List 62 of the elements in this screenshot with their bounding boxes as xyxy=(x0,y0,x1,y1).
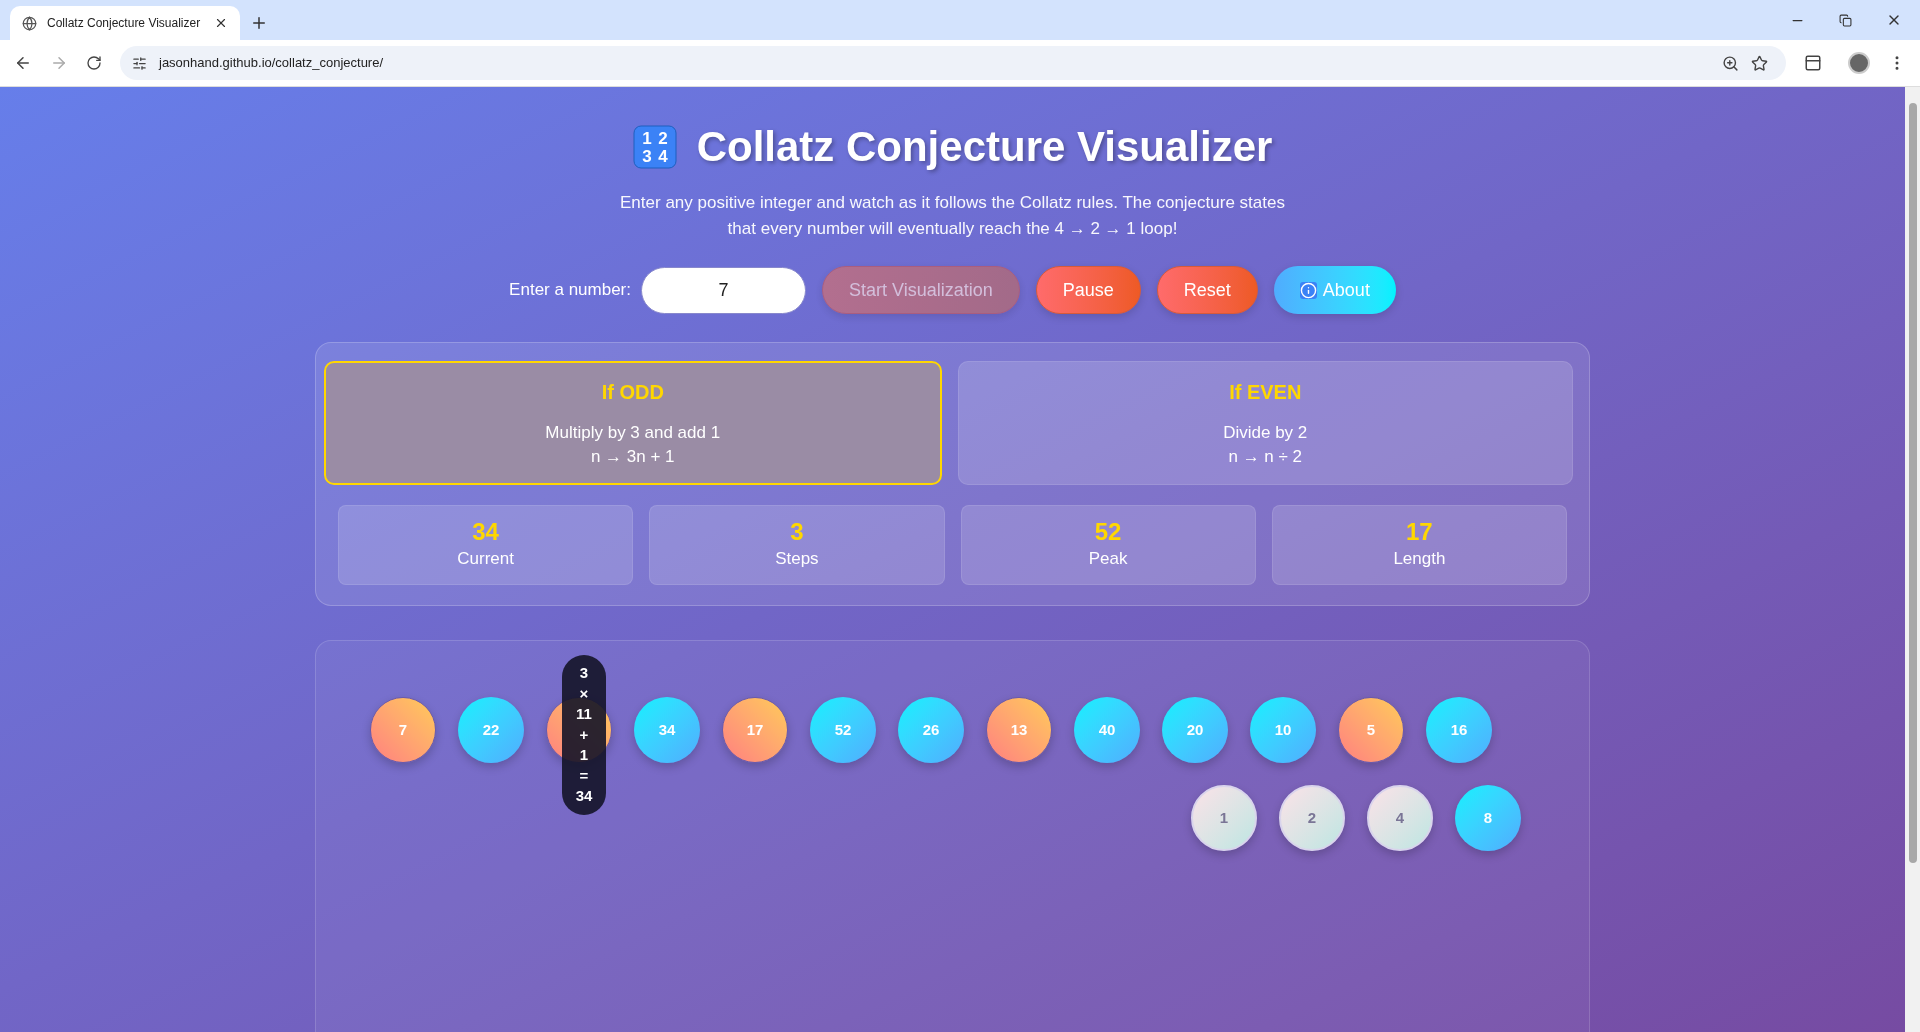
close-icon[interactable] xyxy=(214,16,228,30)
number-bubble: 40 xyxy=(1074,697,1140,763)
back-icon[interactable] xyxy=(14,54,32,72)
browser-tab[interactable]: Collatz Conjecture Visualizer xyxy=(10,6,240,40)
info-icon xyxy=(1299,281,1317,299)
tooltip-text: = xyxy=(579,765,589,786)
action-button[interactable]: Pause xyxy=(1035,266,1141,314)
tab-title: Collatz Conjecture Visualizer xyxy=(47,15,202,32)
rule-text: n → 3n + 1 xyxy=(590,446,675,468)
stat-value: 34 xyxy=(472,518,499,547)
number-bubble: 2 xyxy=(1279,785,1345,851)
number-bubble: 10 xyxy=(1250,697,1316,763)
number-bubble: 52 xyxy=(810,697,876,763)
stat-value: 3 xyxy=(790,518,804,547)
tooltip-text: 3 xyxy=(579,663,589,683)
zoom-icon[interactable] xyxy=(1722,54,1739,72)
subtitle: Enter any positive integer and watch as it follows the Collatz rules. The conjecture states that every number will eventually reach the 4 → 2 → 1 loop! xyxy=(619,192,1286,240)
rule-text: Divide by 2 xyxy=(1223,422,1308,444)
number-bubble: 1 xyxy=(1191,785,1257,851)
page-title: Collatz Conjecture Visualizer xyxy=(696,122,1273,172)
url-text: jasonhand.github.io/collatz_conjecture/ xyxy=(159,54,385,73)
number-bubble: 5 xyxy=(1338,697,1404,763)
about-button[interactable]: About xyxy=(1273,266,1396,314)
rule-title: If ODD xyxy=(601,380,664,405)
number-input-field[interactable]: 7 xyxy=(641,266,806,314)
numbers-icon: 1 2 3 4 xyxy=(632,124,677,169)
address-bar[interactable]: jasonhand.github.io/collatz_conjecture/ xyxy=(120,46,1786,80)
number-bubble: 34 xyxy=(634,697,700,763)
tooltip-text: + xyxy=(579,724,589,745)
number-bubble: 22 xyxy=(458,697,524,763)
number-bubble: 4 xyxy=(1367,785,1433,851)
number-label: Enter a number: xyxy=(509,279,631,302)
stat-value: 17 xyxy=(1406,518,1433,547)
stat-label: Peak xyxy=(1088,548,1128,571)
tooltip-text: 34 xyxy=(575,786,593,806)
stat-label: Current xyxy=(457,548,514,571)
tooltip-text: 1 xyxy=(579,745,589,765)
number-bubble: 16 xyxy=(1426,697,1492,763)
tooltip-text: 11 xyxy=(576,704,592,724)
scrollbar[interactable] xyxy=(1905,87,1920,1032)
stat-label: Steps xyxy=(775,548,819,571)
profile-avatar[interactable] xyxy=(1848,52,1870,74)
site-settings-icon[interactable] xyxy=(132,55,147,71)
rule-title: If EVEN xyxy=(1229,380,1302,405)
number-bubble: 7 xyxy=(370,697,436,763)
rule-text: n → n ÷ 2 xyxy=(1228,446,1303,468)
stat-label: Length xyxy=(1393,548,1446,571)
number-bubble: 26 xyxy=(898,697,964,763)
tab-search-icon[interactable] xyxy=(1804,54,1822,72)
stat-value: 52 xyxy=(1094,518,1122,547)
action-button[interactable]: Reset xyxy=(1156,266,1258,314)
tooltip-text: × xyxy=(579,683,589,704)
new-tab-icon[interactable] xyxy=(250,14,268,32)
number-bubble: 8 xyxy=(1455,785,1521,851)
bookmark-star-icon[interactable] xyxy=(1751,54,1768,72)
reload-icon[interactable] xyxy=(86,55,102,71)
number-bubble: 20 xyxy=(1162,697,1228,763)
number-bubble: 13 xyxy=(986,697,1052,763)
rule-text: Multiply by 3 and add 1 xyxy=(545,422,721,444)
number-bubble: 17 xyxy=(722,697,788,763)
globe-icon xyxy=(22,15,37,31)
restore-icon[interactable] xyxy=(1839,13,1852,27)
